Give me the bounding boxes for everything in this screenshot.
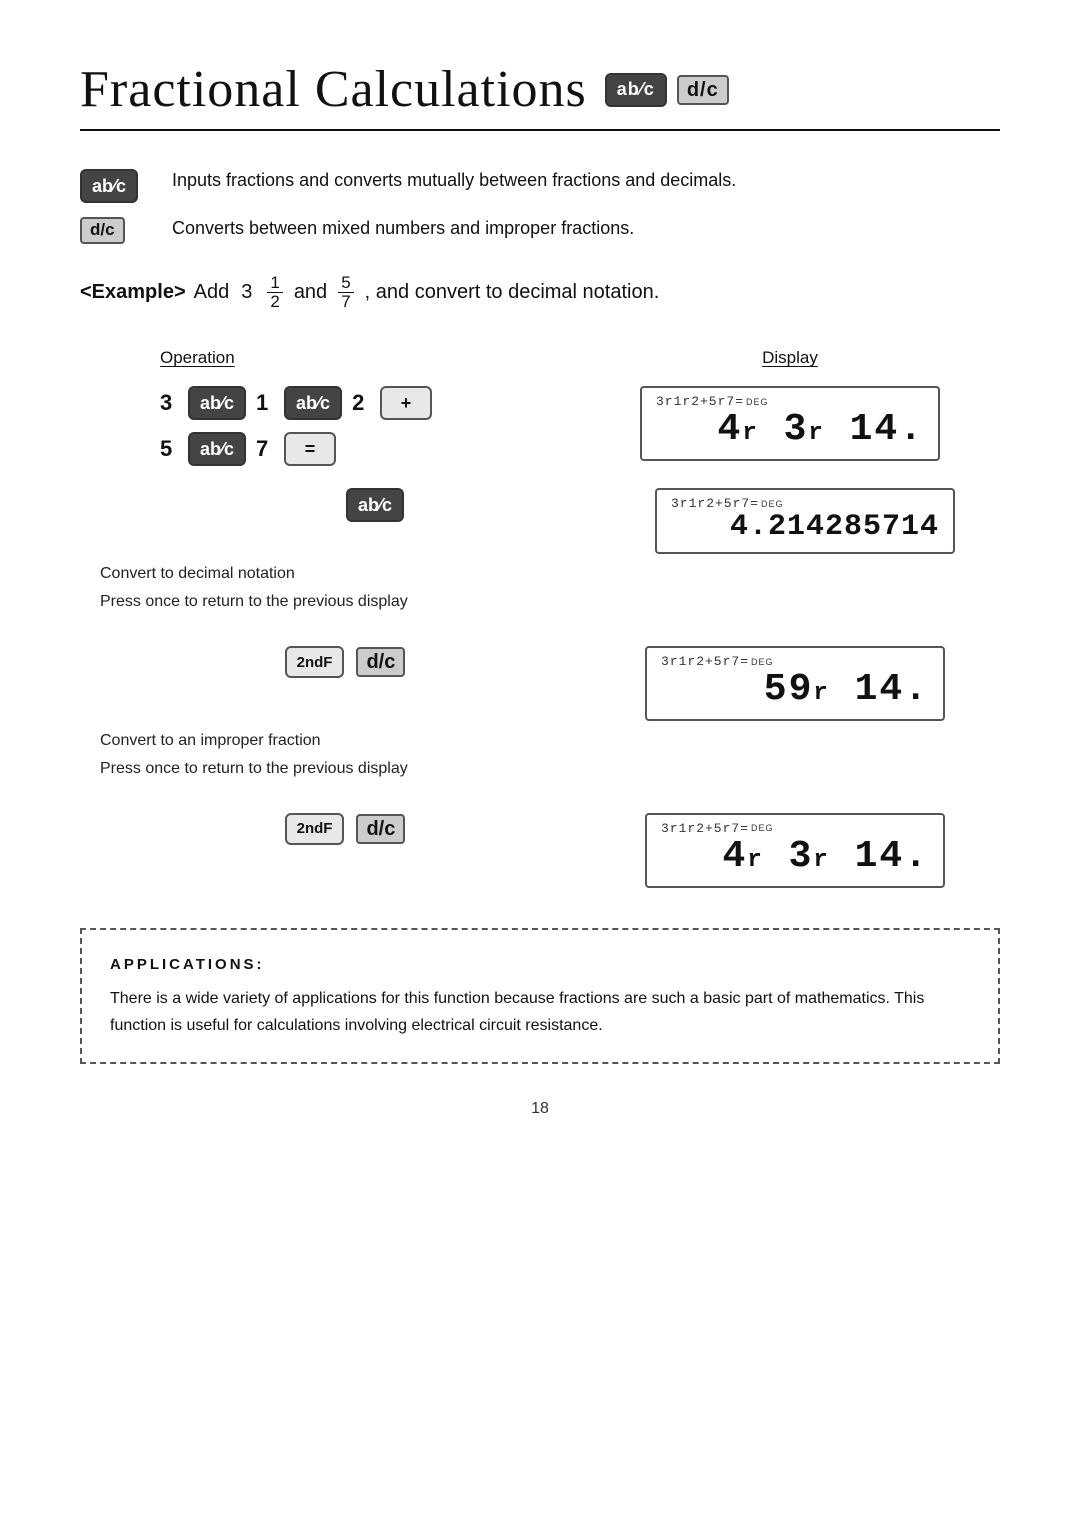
key-2ndf-step4: 2ndF bbox=[285, 813, 345, 845]
key-equals: = bbox=[284, 432, 336, 466]
legend-dc-desc: Converts between mixed numbers and impro… bbox=[172, 215, 1000, 242]
op-row-1a: 3 ab⁄c 1 ab⁄c 2 + bbox=[160, 386, 432, 420]
display-step4: 3r1r2+5r7= DEG 4r 3r 14. bbox=[645, 813, 945, 888]
key-2ndf-step3: 2ndF bbox=[285, 646, 345, 678]
step3-note2: Press once to return to the previous dis… bbox=[80, 757, 1000, 781]
step2-note2: Press once to return to the previous dis… bbox=[80, 590, 1000, 614]
step4-keys: 2ndF d/c bbox=[80, 813, 550, 845]
title-abc-key: ab⁄c bbox=[605, 73, 667, 107]
step3-note1: Convert to an improper fraction bbox=[80, 729, 1000, 753]
example-label: <Example> bbox=[80, 281, 186, 304]
title-keys: ab⁄c d/c bbox=[605, 73, 729, 107]
legend-row-abc: ab⁄c Inputs fractions and converts mutua… bbox=[80, 167, 1000, 203]
fraction-1: 1 2 bbox=[267, 274, 282, 312]
title-divider bbox=[80, 129, 1000, 131]
display-step2: 3r1r2+5r7= DEG 4.214285714 bbox=[655, 488, 955, 554]
page-title-row: Fractional Calculations ab⁄c d/c bbox=[80, 60, 1000, 119]
step3-inner: 2ndF d/c 3r1r2+5r7= DEG 59r 14. bbox=[80, 646, 1000, 721]
legend-abc-key: ab⁄c bbox=[80, 169, 138, 203]
legend-abc-key-cell: ab⁄c bbox=[80, 167, 150, 203]
key-dc-step3: d/c bbox=[356, 647, 405, 677]
legend-dc-key-cell: d/c bbox=[80, 215, 150, 244]
example-text-after: , and convert to decimal notation. bbox=[365, 281, 660, 304]
key-plus: + bbox=[380, 386, 432, 420]
key-dc-step4: d/c bbox=[356, 814, 405, 844]
step4-inner: 2ndF d/c 3r1r2+5r7= DEG 4r 3r 14. bbox=[80, 813, 1000, 888]
page-title-text: Fractional Calculations bbox=[80, 60, 587, 119]
legend-section: ab⁄c Inputs fractions and converts mutua… bbox=[80, 167, 1000, 244]
applications-title: APPLICATIONS: bbox=[110, 952, 970, 978]
page-number: 18 bbox=[80, 1100, 1000, 1118]
title-dc-key: d/c bbox=[677, 75, 729, 105]
applications-box: APPLICATIONS: There is a wide variety of… bbox=[80, 928, 1000, 1064]
step2-inner: ab⁄c 3r1r2+5r7= DEG 4.214285714 bbox=[80, 488, 1000, 554]
step3-keys: 2ndF d/c bbox=[80, 646, 550, 678]
step3-section: 2ndF d/c 3r1r2+5r7= DEG 59r 14. Convert … bbox=[80, 646, 1000, 781]
legend-dc-key: d/c bbox=[80, 217, 125, 244]
display-column: Display 3r1r2+5r7= DEG 4r 3r 14. bbox=[580, 348, 1000, 461]
op-display-headers: Operation 3 ab⁄c 1 ab⁄c 2 + 5 ab⁄c 7 = D… bbox=[80, 348, 1000, 478]
step2-section: ab⁄c 3r1r2+5r7= DEG 4.214285714 Convert … bbox=[80, 488, 1000, 614]
key-abc-2: ab⁄c bbox=[284, 386, 342, 420]
key-abc-3: ab⁄c bbox=[188, 432, 246, 466]
example-line: <Example> Add 3 1 2 and 5 7 , and conver… bbox=[80, 274, 1000, 312]
display-step3: 3r1r2+5r7= DEG 59r 14. bbox=[645, 646, 945, 721]
step2-keys: ab⁄c bbox=[80, 488, 570, 522]
step2-note1: Convert to decimal notation bbox=[80, 562, 1000, 586]
op-row-1b: 5 ab⁄c 7 = bbox=[160, 432, 336, 466]
example-and: and bbox=[294, 281, 327, 304]
key-abc-step2: ab⁄c bbox=[346, 488, 404, 522]
applications-text: There is a wide variety of applications … bbox=[110, 985, 970, 1039]
display-header: Display bbox=[762, 348, 818, 368]
example-section: <Example> Add 3 1 2 and 5 7 , and conver… bbox=[80, 274, 1000, 312]
legend-abc-desc: Inputs fractions and converts mutually b… bbox=[172, 167, 1000, 194]
step4-section: 2ndF d/c 3r1r2+5r7= DEG 4r 3r 14. bbox=[80, 813, 1000, 888]
operation-header: Operation bbox=[160, 348, 235, 368]
operation-column: Operation 3 ab⁄c 1 ab⁄c 2 + 5 ab⁄c 7 = bbox=[80, 348, 580, 478]
example-text-before: Add bbox=[194, 281, 230, 304]
fraction-2: 5 7 bbox=[338, 274, 353, 312]
legend-row-dc: d/c Converts between mixed numbers and i… bbox=[80, 215, 1000, 244]
key-abc-1: ab⁄c bbox=[188, 386, 246, 420]
display-step1: 3r1r2+5r7= DEG 4r 3r 14. bbox=[640, 386, 940, 461]
